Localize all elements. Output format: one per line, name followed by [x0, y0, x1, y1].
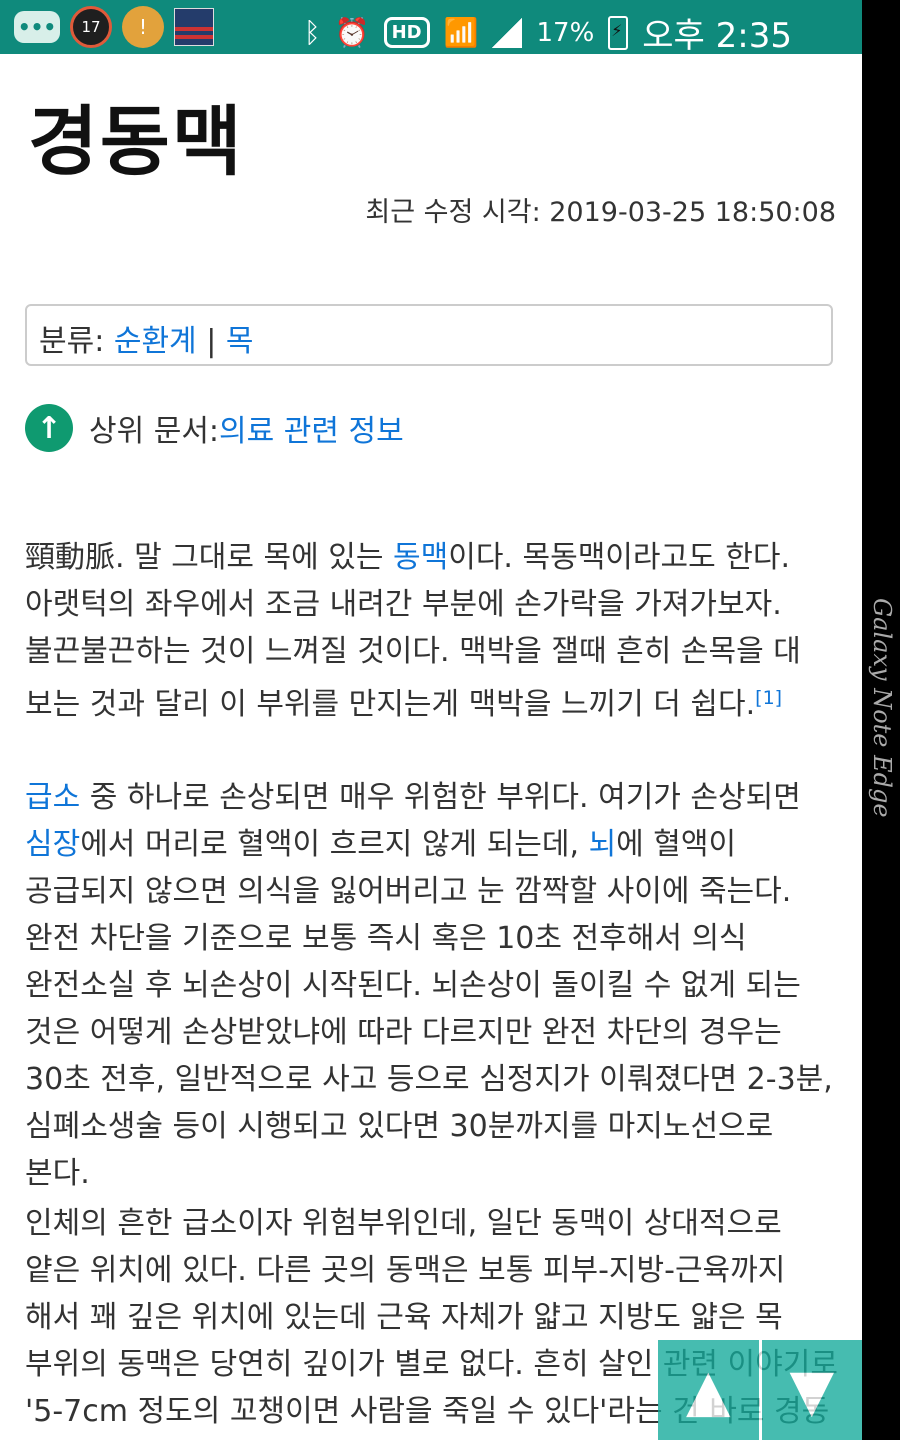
battery-percent: 17% [536, 17, 595, 48]
parent-label: 상위 문서: [89, 414, 220, 449]
triangle-up-icon: ▲ [685, 1356, 731, 1424]
parent-document: ↑ 상위 문서: 의료 관련 정보 [25, 404, 404, 452]
link-artery[interactable]: 동맥 [393, 540, 448, 575]
scroll-top-button[interactable]: ▲ [658, 1340, 759, 1440]
scroll-buttons: ▲ ▼ [658, 1340, 862, 1440]
link-vital-point[interactable]: 급소 [25, 780, 80, 815]
parent-doc-link[interactable]: 의료 관련 정보 [219, 406, 404, 450]
status-bar: ••• 17 ! ᛒ ⏰ HD 📶 17% 오후 2:35 [0, 0, 862, 57]
alarm-icon: ⏰ [334, 16, 370, 49]
status-right-icons: ᛒ ⏰ HD 📶 17% 오후 2:35 [304, 8, 792, 57]
alert-icon: ! [122, 6, 164, 48]
p2-text-2: 에서 머리로 혈액이 흐르지 않게 되는데, [80, 827, 589, 862]
signal-icon [492, 17, 523, 48]
page-title: 경동맥 [28, 97, 244, 186]
category-separator: | [196, 324, 226, 359]
footnote-1[interactable]: [1] [755, 687, 782, 709]
link-heart[interactable]: 심장 [25, 827, 80, 862]
clock-time: 오후 2:35 [642, 16, 792, 56]
p2-text-1: 중 하나로 손상되면 매우 위험한 부위다. 여기가 손상되면 [80, 780, 801, 815]
p2-text-3: 에 혈액이 공급되지 않으면 의식을 잃어버리고 눈 깜짝할 사이에 죽는다. … [25, 827, 833, 1191]
device-edge-label: Galaxy Note Edge [868, 598, 896, 818]
last-edited: 최근 수정 시각: 2019-03-25 18:50:08 [365, 197, 836, 228]
notification-17-icon: 17 [70, 6, 112, 48]
p1-text-1: 頸動脈. 말 그대로 목에 있는 [25, 540, 394, 575]
category-label: 분류: [39, 324, 114, 359]
battery-icon [608, 15, 629, 50]
arrow-up-icon[interactable]: ↑ [25, 404, 73, 452]
paragraph-1: 頸動脈. 말 그대로 목에 있는 동맥이다. 목동맥이라고도 한다. 아랫턱의 … [25, 534, 845, 728]
scroll-bottom-button[interactable]: ▼ [758, 1340, 862, 1440]
bluetooth-icon: ᛒ [303, 16, 321, 49]
category-box: 분류: 순환계 | 목 [25, 304, 833, 366]
wifi-icon: 📶 [443, 16, 479, 49]
category-link-neck[interactable]: 목 [226, 324, 254, 359]
status-left-icons: ••• 17 ! [14, 6, 214, 48]
article-page: 경동맥 최근 수정 시각: 2019-03-25 18:50:08 분류: 순환… [0, 54, 862, 1440]
paragraph-2: 급소 중 하나로 손상되면 매우 위험한 부위다. 여기가 손상되면 심장에서 … [25, 774, 845, 1197]
category-link-circulatory[interactable]: 순환계 [114, 324, 197, 359]
hd-icon: HD [383, 17, 430, 48]
flag-icon [174, 8, 214, 46]
triangle-down-icon: ▼ [789, 1356, 835, 1424]
chat-icon: ••• [14, 11, 60, 43]
link-brain[interactable]: 뇌 [589, 827, 617, 862]
